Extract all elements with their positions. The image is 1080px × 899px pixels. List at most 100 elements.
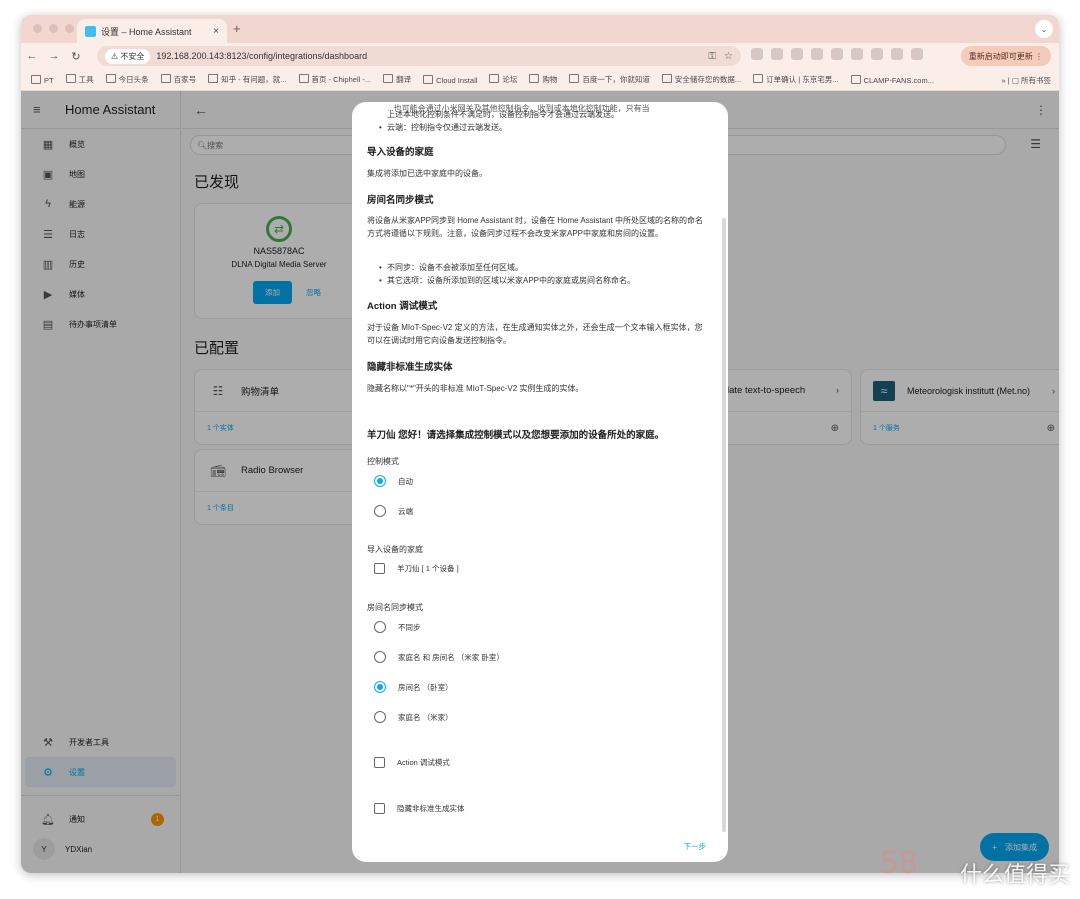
insecure-badge[interactable]: ⚠ 不安全 [105, 48, 151, 64]
radio-button[interactable] [374, 651, 386, 663]
dialog-bullet: 不同步：设备不会被添加至任何区域。 [367, 261, 710, 274]
radio-label: 家庭名 和 房间名 （米家 卧室） [398, 652, 504, 662]
section-text: 对于设备 MIoT-Spec-V2 定义的方法，在生成通知实体之外，还会生成一个… [367, 323, 703, 345]
browser-toolbar: ← → ↻ ⚠ 不安全 192.168.200.143:8123/config/… [21, 43, 1059, 69]
radio-button[interactable] [374, 621, 386, 633]
section-title: 房间名同步模式 [367, 195, 434, 206]
extension-icon[interactable] [831, 48, 843, 60]
bookmark-item[interactable]: 论坛 [489, 74, 517, 85]
bookmark-item[interactable]: 工具 [66, 74, 94, 85]
dialog-scrollbar[interactable] [722, 218, 726, 832]
radio-control-cloud[interactable]: 云端 [374, 505, 413, 517]
extension-icon[interactable] [851, 48, 863, 60]
field-label: 房间名同步模式 [367, 603, 423, 612]
tab-strip: 设置 – Home Assistant × + ⌄ [21, 15, 1059, 43]
bookmarks-more[interactable]: » [1002, 76, 1006, 85]
radio-label: 云端 [398, 506, 413, 516]
section-title: Action 调试模式 [367, 301, 438, 312]
relaunch-button[interactable]: 重新启动即可更新 ⋮ [960, 46, 1051, 66]
greeting-heading: 羊刀仙 您好！请选择集成控制模式以及您想要添加的设备所处的家庭。 [367, 430, 665, 441]
radio-room-room[interactable]: 房间名 （卧室） [374, 681, 453, 693]
browser-window: 设置 – Home Assistant × + ⌄ ← → ↻ ⚠ 不安全 19… [21, 15, 1059, 873]
section-text: 集成将添加已选中家庭中的设备。 [367, 169, 487, 178]
relaunch-label: 重新启动即可更新 [968, 51, 1033, 61]
radio-room-home-room[interactable]: 家庭名 和 房间名 （米家 卧室） [374, 651, 504, 663]
insecure-label: 不安全 [120, 51, 145, 61]
extension-icon[interactable] [871, 48, 883, 60]
tab-search-icon[interactable]: ⌄ [1035, 20, 1053, 38]
url-text[interactable]: 192.168.200.143:8123/config/integrations… [156, 51, 700, 61]
checkbox-label: 羊刀仙 [ 1 个设备 ] [397, 564, 459, 573]
radio-room-home[interactable]: 家庭名 （米家） [374, 711, 453, 723]
checkbox-label: 隐藏非标准生成实体 [397, 804, 465, 813]
field-label: 控制模式 [367, 457, 399, 466]
radio-label: 自动 [398, 476, 413, 486]
extension-icon[interactable] [811, 48, 823, 60]
radio-label: 不同步 [398, 622, 421, 632]
radio-button[interactable] [374, 681, 386, 693]
bookmark-item[interactable]: PT [31, 75, 54, 85]
field-label: 导入设备的家庭 [367, 545, 423, 554]
checkbox-hide-nonstd[interactable]: 隐藏非标准生成实体 [374, 803, 465, 814]
dialog-bullet: 其它选项：设备所添加到的区域以米家APP中的家庭或房间名称命名。 [367, 274, 710, 287]
extension-icon[interactable] [751, 48, 763, 60]
bookmark-item[interactable]: 百家号 [161, 74, 197, 85]
bookmark-item[interactable]: 安全储存您的数据... [662, 74, 741, 85]
checkbox-home[interactable]: 羊刀仙 [ 1 个设备 ] [374, 563, 459, 574]
dialog-bullet: 云端：控制指令仅通过云端发送。 [367, 121, 710, 134]
new-tab-button[interactable]: + [233, 21, 241, 36]
checkbox-label: Action 调试模式 [397, 758, 450, 767]
radio-button[interactable] [374, 711, 386, 723]
radio-button[interactable] [374, 475, 386, 487]
bookmark-item[interactable]: 首页 - Chiphell -... [299, 74, 372, 85]
section-text: 将设备从米家APP同步到 Home Assistant 时，设备在 Home A… [367, 216, 704, 238]
bookmark-item[interactable]: 百度一下，你就知道 [569, 74, 650, 85]
section-text: 隐藏名称以"*"开头的非标准 MIoT-Spec-V2 实例生成的实体。 [367, 384, 584, 393]
extension-icon[interactable] [771, 48, 783, 60]
bookmark-item[interactable]: 今日头条 [106, 74, 149, 85]
bookmark-item[interactable]: Cloud Install [423, 75, 477, 85]
forward-arrow-icon[interactable]: → [43, 50, 65, 62]
all-bookmarks[interactable]: » | ▢ 所有书签 [997, 75, 1051, 86]
checkbox[interactable] [374, 563, 385, 574]
watermark-text: 什么值得买 [959, 863, 1070, 888]
radio-control-auto[interactable]: 自动 [374, 475, 413, 487]
radio-room-none[interactable]: 不同步 [374, 621, 421, 633]
radio-label: 家庭名 （米家） [398, 712, 453, 722]
checkbox-action-debug[interactable]: Action 调试模式 [374, 757, 450, 768]
bookmark-item[interactable]: 知乎 - 有问题，就... [208, 74, 286, 85]
checkbox[interactable] [374, 803, 385, 814]
address-bar[interactable]: ⚠ 不安全 192.168.200.143:8123/config/integr… [97, 46, 741, 66]
dialog-text: 上述本地化控制条件不满足时，设备控制指令才会通过云端发送。 [387, 110, 619, 119]
next-button[interactable]: 下一步 [684, 841, 707, 852]
radio-label: 房间名 （卧室） [398, 682, 453, 692]
bookmark-item[interactable]: CLAMP-FANS.com... [851, 75, 934, 85]
radio-button[interactable] [374, 505, 386, 517]
home-assistant-favicon-icon [85, 25, 96, 37]
bookmarks-bar: PT 工具 今日头条 百家号 知乎 - 有问题，就... 首页 - Chiphell -.… [21, 69, 1059, 91]
extension-icon[interactable] [791, 48, 803, 60]
bookmark-item[interactable]: 购物 [529, 74, 557, 85]
section-title: 导入设备的家庭 [367, 147, 434, 158]
close-window-dot[interactable] [33, 24, 42, 33]
checkbox[interactable] [374, 757, 385, 768]
key-icon[interactable]: ⚿ [708, 51, 716, 62]
section-title: 隐藏非标准生成实体 [367, 362, 453, 373]
bookmark-item[interactable]: 翻译 [383, 74, 411, 85]
tab-title: 设置 – Home Assistant [101, 26, 192, 37]
minimize-window-dot[interactable] [49, 24, 58, 33]
star-icon[interactable]: ☆ [724, 51, 733, 62]
tab-close-icon[interactable]: × [213, 26, 219, 37]
zoom-window-dot[interactable] [65, 24, 74, 33]
all-bookmarks-label: 所有书签 [1021, 76, 1051, 85]
bookmark-item[interactable]: 订单确认 | 东京宅男... [753, 74, 838, 85]
config-dialog: ...也可能会通过小米网关及其他控制指令，收到或本地化控制功能，只有当 上述本地… [352, 102, 728, 862]
back-arrow-icon[interactable]: ← [21, 50, 43, 62]
reload-icon[interactable]: ↻ [65, 50, 87, 63]
browser-tab[interactable]: 设置 – Home Assistant × [77, 19, 227, 43]
extensions-area [751, 48, 923, 60]
profile-avatar-icon[interactable] [911, 48, 923, 60]
window-controls[interactable] [33, 24, 74, 33]
extension-icon[interactable] [891, 48, 903, 60]
watermark-number: 58 [880, 846, 919, 881]
